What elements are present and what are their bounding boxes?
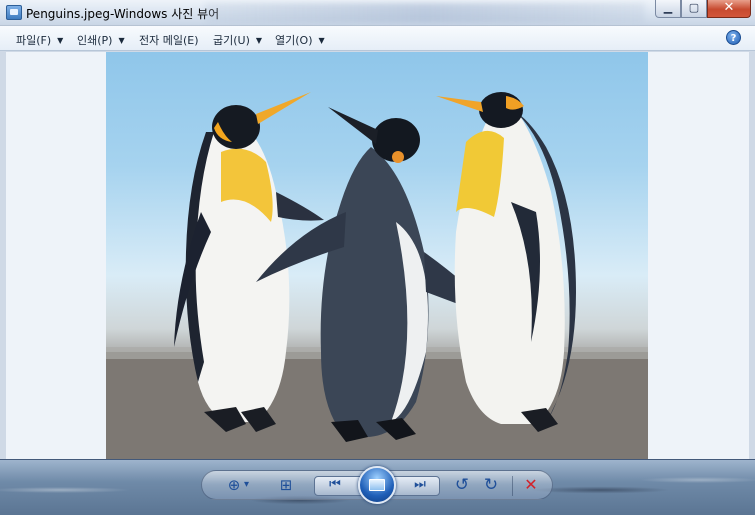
- penguins-photo: [106, 52, 648, 459]
- menu-open-label: 열기(O): [275, 34, 313, 47]
- chevron-down-icon: ▼: [118, 36, 125, 45]
- chevron-down-icon: ▾: [244, 479, 250, 490]
- previous-button[interactable]: ⏮: [326, 477, 344, 492]
- slideshow-button[interactable]: [358, 466, 396, 504]
- fit-window-icon: ⊞: [279, 476, 293, 494]
- close-button[interactable]: ✕: [707, 0, 751, 18]
- maximize-icon: ▢: [688, 1, 700, 14]
- menu-file[interactable]: 파일(F) ▼: [16, 32, 63, 48]
- menu-print[interactable]: 인쇄(P) ▼: [77, 32, 125, 48]
- delete-button[interactable]: ✕: [522, 475, 540, 494]
- next-icon: ⏭: [414, 477, 426, 492]
- maximize-button[interactable]: ▢: [681, 0, 707, 18]
- title-bar-glass: [205, 3, 645, 23]
- image-viewport: [6, 52, 749, 459]
- control-separator: [512, 476, 513, 496]
- slideshow-icon: [369, 479, 385, 491]
- rotate-counterclockwise-button[interactable]: ↺: [453, 475, 471, 495]
- chevron-down-icon: ▼: [318, 36, 325, 45]
- zoom-icon: ⊕: [227, 476, 241, 494]
- menu-bar: 파일(F) ▼ 인쇄(P) ▼ 전자 메일(E) 굽기(U) ▼ 열기(O) ▼ ?: [0, 26, 755, 51]
- window-title: Penguins.jpeg-Windows 사진 뷰어: [26, 7, 220, 21]
- control-bar: ⊕ ▾ ⊞ ⏮ ⏭ ↺ ↻ ✕: [0, 459, 755, 515]
- menu-file-label: 파일(F): [16, 34, 52, 47]
- menu-open[interactable]: 열기(O) ▼: [275, 32, 325, 48]
- menu-email-label: 전자 메일(E): [139, 34, 199, 47]
- menu-burn[interactable]: 굽기(U) ▼: [213, 32, 262, 48]
- actual-size-button[interactable]: ⊞: [277, 476, 295, 494]
- rotate-ccw-icon: ↺: [454, 475, 470, 495]
- photo-viewer-app-icon[interactable]: [6, 5, 22, 20]
- window-controls: ▁ ▢ ✕: [655, 0, 751, 18]
- menu-email[interactable]: 전자 메일(E): [139, 32, 199, 48]
- chevron-down-icon: ▼: [255, 36, 263, 45]
- menu-print-label: 인쇄(P): [77, 34, 113, 47]
- help-icon[interactable]: ?: [726, 30, 741, 45]
- minimize-icon: ▁: [663, 1, 673, 14]
- delete-icon: ✕: [524, 475, 538, 494]
- menu-burn-label: 굽기(U): [213, 34, 250, 47]
- penguins-illustration: [106, 92, 648, 459]
- zoom-dropdown-button[interactable]: ▾: [244, 479, 249, 490]
- title-bar: Penguins.jpeg-Windows 사진 뷰어 ▁ ▢ ✕: [0, 0, 755, 26]
- previous-icon: ⏮: [329, 477, 341, 492]
- next-button[interactable]: ⏭: [411, 477, 429, 492]
- close-icon: ✕: [723, 0, 735, 15]
- minimize-button[interactable]: ▁: [655, 0, 681, 18]
- zoom-button[interactable]: ⊕: [225, 476, 243, 494]
- rotate-clockwise-button[interactable]: ↻: [482, 475, 500, 495]
- chevron-down-icon: ▼: [57, 36, 64, 45]
- rotate-cw-icon: ↻: [483, 475, 499, 495]
